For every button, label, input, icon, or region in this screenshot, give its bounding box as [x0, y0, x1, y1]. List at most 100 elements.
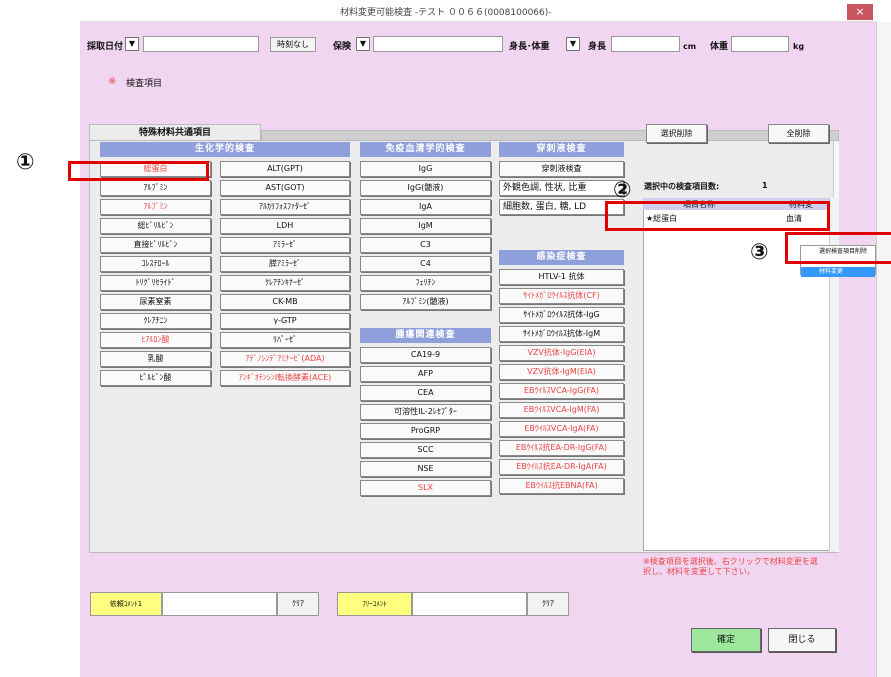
biochem-item-button[interactable]: ｸﾚｱﾁﾝｷﾅｰｾﾞ — [220, 275, 350, 291]
height-field[interactable] — [611, 36, 680, 52]
height-label: 身長 — [588, 42, 607, 52]
date-dropdown[interactable]: ▼ — [125, 37, 139, 51]
biochem-item-button[interactable]: 直接ﾋﾞﾘﾙﾋﾞﾝ — [100, 237, 211, 253]
biochem-item-button[interactable]: 乳酸 — [100, 351, 211, 367]
section-title: 検査項目 — [126, 79, 163, 89]
free-comment-field[interactable] — [412, 592, 527, 616]
biochem-item-button[interactable]: ｱﾙｶﾘﾌｫｽﾌｧﾀｰｾﾞ — [220, 199, 350, 215]
annotation-box-2 — [605, 201, 830, 231]
biochem-item-button[interactable]: 総ﾋﾞﾘﾙﾋﾞﾝ — [100, 218, 211, 234]
tumor-item-button[interactable]: SLX — [360, 480, 491, 496]
background-window-edge — [876, 22, 891, 677]
date-label: 採取日付 — [87, 42, 124, 52]
weight-field[interactable] — [731, 36, 789, 52]
immuno-item-button[interactable]: C3 — [360, 237, 491, 253]
biochem-item-button[interactable]: ﾋｱﾙﾛﾝ酸 — [100, 332, 211, 348]
biochem-item-button[interactable]: 尿素窒素 — [100, 294, 211, 310]
infection-item-button[interactable]: ｻｲﾄﾒｶﾞﾛｳｲﾙｽ抗体-IgG — [499, 307, 624, 323]
insurance-dropdown[interactable]: ▼ — [356, 37, 370, 51]
selected-count: 1 — [762, 181, 768, 190]
no-time-button[interactable]: 時刻なし — [270, 37, 316, 52]
biochem-item-button[interactable]: ｱﾝｷﾞｵﾃﾝｼﾝI転換酵素(ACE) — [220, 370, 350, 386]
biochem-item-button[interactable]: ｱﾙﾌﾞﾐﾝ — [100, 180, 211, 196]
biochem-item-button[interactable]: γ-GTP — [220, 313, 350, 329]
confirm-button[interactable]: 確定 — [691, 628, 761, 652]
biochem-item-button[interactable]: ALT(GPT) — [220, 161, 350, 177]
selected-count-label: 選択中の検査項目数: — [644, 182, 720, 191]
infection-item-button[interactable]: EBｳｲﾙｽVCA-IgA(FA) — [499, 421, 624, 437]
annotation-number-1: ① — [16, 150, 35, 175]
immuno-item-button[interactable]: C4 — [360, 256, 491, 272]
biochem-item-button[interactable]: ｸﾚｱﾁﾆﾝ — [100, 313, 211, 329]
clear-comment-button[interactable]: ｸﾘｱ — [277, 592, 319, 616]
infection-item-button[interactable]: VZV抗体-IgM(EIA) — [499, 364, 624, 380]
tab-special-material[interactable]: 特殊材料共通項目 — [89, 124, 261, 141]
infection-item-button[interactable]: HTLV-1 抗体 — [499, 269, 624, 285]
biochem-item-button[interactable]: LDH — [220, 218, 350, 234]
insurance-label: 保険 — [333, 42, 352, 52]
immuno-item-button[interactable]: IgG — [360, 161, 491, 177]
biochem-item-button[interactable]: ﾋﾟﾙﾋﾞﾝ酸 — [100, 370, 211, 386]
annotation-number-3: ③ — [750, 240, 769, 265]
infection-item-button[interactable]: EBｳｲﾙｽVCA-IgG(FA) — [499, 383, 624, 399]
immuno-item-button[interactable]: IgA — [360, 199, 491, 215]
tumor-header: 腫瘍関連検査 — [360, 328, 491, 343]
biochem-item-button[interactable]: ﾄﾘｸﾞﾘｾﾗｲﾄﾞ — [100, 275, 211, 291]
immuno-item-button[interactable]: ﾌｪﾘﾁﾝ — [360, 275, 491, 291]
infection-item-button[interactable]: EBｳｲﾙｽ抗EBNA(FA) — [499, 478, 624, 494]
infection-item-button[interactable]: EBｳｲﾙｽ抗EA-DR-IgG(FA) — [499, 440, 624, 456]
infection-item-button[interactable]: ｻｲﾄﾒｶﾞﾛｳｲﾙｽ抗体(CF) — [499, 288, 624, 304]
infection-header: 感染症検査 — [499, 250, 624, 265]
request-comment-label: 依頼ｺﾒﾝﾄ1 — [90, 592, 162, 616]
instruction-text: ※検査項目を選択後、右クリックで材料変更を選択し、材料を変更して下さい。 — [643, 557, 818, 576]
window-title: 材料変更可能検査 -テスト ００６６(0008100066)- — [340, 8, 552, 18]
height-weight-dropdown[interactable]: ▼ — [566, 37, 580, 51]
infection-item-button[interactable]: VZV抗体-IgG(EIA) — [499, 345, 624, 361]
infection-item-button[interactable]: EBｳｲﾙｽ抗EA-DR-IgA(FA) — [499, 459, 624, 475]
required-mark: ※ — [108, 76, 117, 87]
menu-item-change-material[interactable]: 材料変更 — [801, 267, 875, 277]
tumor-item-button[interactable]: ProGRP — [360, 423, 491, 439]
height-unit: cm — [683, 42, 697, 51]
puncture-item-button[interactable]: 外観色調, 性状, 比重 — [499, 180, 624, 196]
tumor-item-button[interactable]: NSE — [360, 461, 491, 477]
date-field[interactable] — [143, 36, 259, 52]
title-bar: 材料変更可能検査 -テスト ００６６(0008100066)- — [80, 0, 876, 22]
immuno-header: 免疫血清学的検査 — [360, 142, 491, 157]
tumor-item-button[interactable]: AFP — [360, 366, 491, 382]
tumor-item-button[interactable]: CA19-9 — [360, 347, 491, 363]
weight-label: 体重 — [710, 42, 729, 52]
biochem-item-button[interactable]: 膵ｱﾐﾗｰｾﾞ — [220, 256, 350, 272]
annotation-box-1 — [68, 161, 209, 181]
delete-all-button[interactable]: 全削除 — [768, 124, 829, 143]
request-comment-field[interactable] — [162, 592, 277, 616]
biochem-item-button[interactable]: CK-MB — [220, 294, 350, 310]
infection-item-button[interactable]: ｻｲﾄﾒｶﾞﾛｳｲﾙｽ抗体-IgM — [499, 326, 624, 342]
biochem-item-button[interactable]: ｱﾐﾗｰｾﾞ — [220, 237, 350, 253]
biochem-item-button[interactable]: ﾘﾊﾟｰｾﾞ — [220, 332, 350, 348]
weight-unit: kg — [793, 42, 805, 51]
infection-item-button[interactable]: EBｳｲﾙｽVCA-IgM(FA) — [499, 402, 624, 418]
biochem-header: 生化学的検査 — [100, 142, 350, 157]
immuno-item-button[interactable]: IgG(髄液) — [360, 180, 491, 196]
annotation-number-2: ② — [613, 178, 632, 203]
puncture-item-button[interactable]: 穿刺液検査 — [499, 161, 624, 177]
free-comment-label: ﾌﾘｰｺﾒﾝﾄ — [337, 592, 412, 616]
insurance-field[interactable] — [373, 36, 503, 52]
annotation-box-3 — [785, 232, 891, 264]
clear-free-comment-button[interactable]: ｸﾘｱ — [527, 592, 569, 616]
biochem-item-button[interactable]: AST(GOT) — [220, 180, 350, 196]
biochem-item-button[interactable]: ｱﾃﾞﾉｼﾝﾃﾞｱﾐﾅｰｾﾞ(ADA) — [220, 351, 350, 367]
tumor-item-button[interactable]: CEA — [360, 385, 491, 401]
close-button[interactable]: 閉じる — [768, 628, 836, 652]
close-window-button[interactable]: × — [847, 4, 873, 20]
biochem-item-button[interactable]: ｱﾙﾌﾞﾐﾝ — [100, 199, 211, 215]
puncture-header: 穿刺液検査 — [499, 142, 624, 157]
biochem-item-button[interactable]: ｺﾚｽﾃﾛｰﾙ — [100, 256, 211, 272]
tumor-item-button[interactable]: SCC — [360, 442, 491, 458]
immuno-item-button[interactable]: IgM — [360, 218, 491, 234]
deselect-button[interactable]: 選択削除 — [646, 124, 707, 143]
immuno-item-button[interactable]: ｱﾙﾌﾞﾐﾝ(髄液) — [360, 294, 491, 310]
tumor-item-button[interactable]: 可溶性IL-2ﾚｾﾌﾟﾀｰ — [360, 404, 491, 420]
height-weight-label: 身長･体重 — [509, 42, 550, 52]
